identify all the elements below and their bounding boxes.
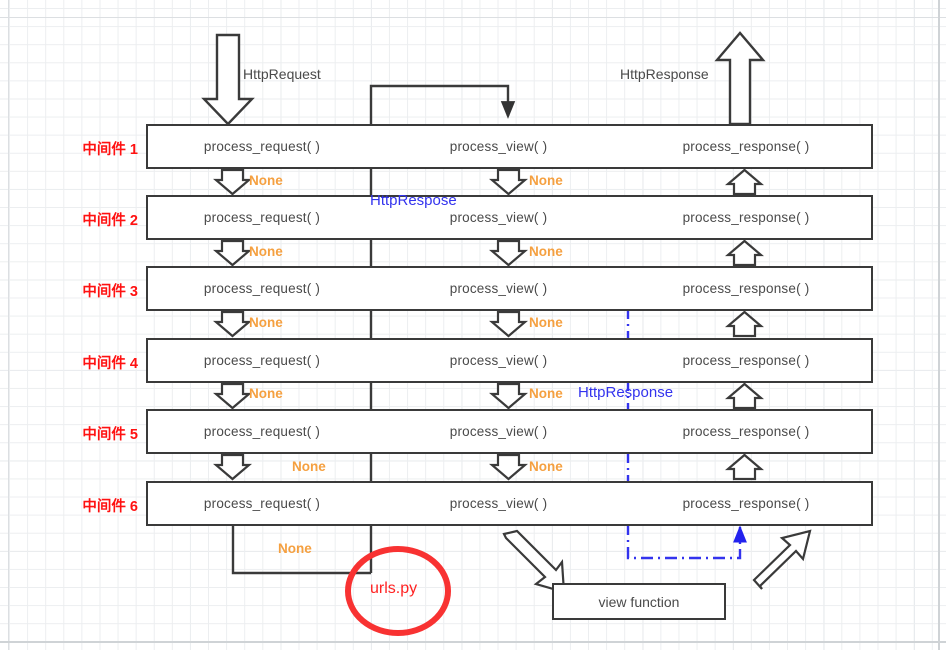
middleware-row-6[interactable]: process_request( ) process_view( ) proce… <box>146 481 873 526</box>
middleware-6-process-view[interactable]: process_view( ) <box>376 483 621 524</box>
middleware-5-process-request[interactable]: process_request( ) <box>148 411 376 452</box>
middleware-2-process-request[interactable]: process_request( ) <box>148 197 376 238</box>
middleware-label-2: 中间件 2 <box>82 213 138 229</box>
middleware-1-process-request[interactable]: process_request( ) <box>148 126 376 167</box>
middleware-4-process-response[interactable]: process_response( ) <box>621 340 871 381</box>
middleware-row-2[interactable]: process_request( ) process_view( ) proce… <box>146 195 873 240</box>
middleware-row-4[interactable]: process_request( ) process_view( ) proce… <box>146 338 873 383</box>
http-request-label: HttpRequest <box>243 66 321 82</box>
middleware-1-process-view[interactable]: process_view( ) <box>376 126 621 167</box>
middleware-2-process-response[interactable]: process_response( ) <box>621 197 871 238</box>
view-function-box[interactable]: view function <box>552 583 726 620</box>
none-label-view-5-6: None <box>529 459 563 474</box>
http-response-block-arrow <box>714 31 766 126</box>
middleware-4-process-view[interactable]: process_view( ) <box>376 340 621 381</box>
middleware-3-process-response[interactable]: process_response( ) <box>621 268 871 309</box>
none-label-request-1-2: None <box>249 173 283 188</box>
none-label-view-1-2: None <box>529 173 563 188</box>
diagram-canvas: HttpRequest HttpResponse 中间件 1 process_r… <box>0 0 946 650</box>
middleware-row-1[interactable]: process_request( ) process_view( ) proce… <box>146 124 873 169</box>
from-view-function-arrow <box>752 529 812 590</box>
urls-py-label[interactable]: urls.py <box>370 580 417 598</box>
none-label-request-4-5: None <box>249 386 283 401</box>
middleware-5-process-view[interactable]: process_view( ) <box>376 411 621 452</box>
middleware-label-5: 中间件 5 <box>82 427 138 443</box>
none-label-view-3-4: None <box>529 315 563 330</box>
connector-layer <box>201 31 812 636</box>
middleware-6-process-request[interactable]: process_request( ) <box>148 483 376 524</box>
middleware-label-4: 中间件 4 <box>82 356 138 372</box>
none-label-request-2-3: None <box>249 244 283 259</box>
none-label-view-4-5: None <box>529 386 563 401</box>
http-respose-annotation: HttpRespose <box>370 192 457 209</box>
middleware-row-3[interactable]: process_request( ) process_view( ) proce… <box>146 266 873 311</box>
middleware-5-process-response[interactable]: process_response( ) <box>621 411 871 452</box>
none-label-view-2-3: None <box>529 244 563 259</box>
middleware-3-process-view[interactable]: process_view( ) <box>376 268 621 309</box>
middleware-6-process-response[interactable]: process_response( ) <box>621 483 871 524</box>
none-label-request-5-6: None <box>292 459 326 474</box>
middleware-4-process-request[interactable]: process_request( ) <box>148 340 376 381</box>
middleware-label-6: 中间件 6 <box>82 499 138 515</box>
middleware-label-1: 中间件 1 <box>82 142 138 158</box>
middleware-1-process-response[interactable]: process_response( ) <box>621 126 871 167</box>
middleware-row-5[interactable]: process_request( ) process_view( ) proce… <box>146 409 873 454</box>
middleware-3-process-request[interactable]: process_request( ) <box>148 268 376 309</box>
middleware-label-3: 中间件 3 <box>82 284 138 300</box>
none-label-request-6-urls: None <box>278 541 312 556</box>
http-response-annotation: HttpResponse <box>578 384 674 401</box>
http-response-label: HttpResponse <box>620 66 709 82</box>
none-label-request-3-4: None <box>249 315 283 330</box>
